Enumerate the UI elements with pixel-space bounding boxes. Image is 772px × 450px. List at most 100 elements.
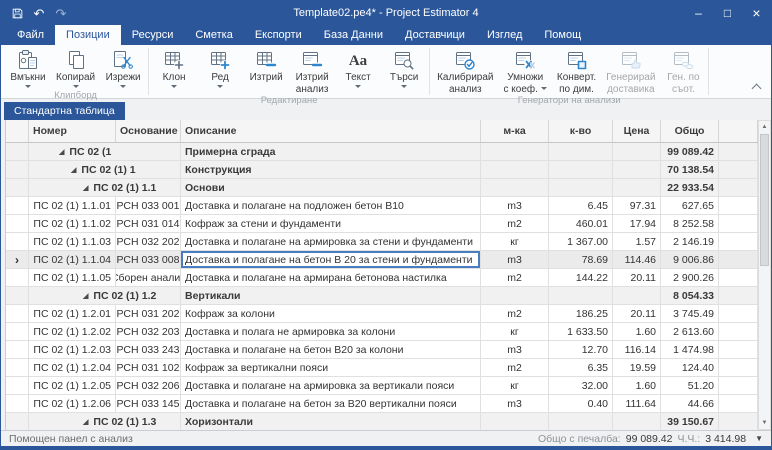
cell-number[interactable]: ПС 02 (1) 1.2.03: [29, 341, 116, 358]
cell-price[interactable]: [613, 287, 661, 304]
cell-unit[interactable]: m3: [481, 395, 549, 412]
cell-price[interactable]: 111.64: [613, 395, 661, 412]
cell-total[interactable]: 1 474.98: [661, 341, 719, 358]
collapse-ribbon-button[interactable]: [749, 81, 763, 93]
maximize-button[interactable]: □: [713, 1, 742, 25]
tab-database[interactable]: База Данни: [313, 25, 394, 45]
cell-description[interactable]: Доставка и полагане на бетон В20 за коло…: [181, 341, 481, 358]
tab-resources[interactable]: Ресурси: [121, 25, 185, 45]
cell-price[interactable]: [613, 161, 661, 178]
row-selector[interactable]: [6, 341, 29, 358]
row-selector[interactable]: [6, 413, 29, 430]
cell-extra[interactable]: [719, 323, 758, 340]
cell-price[interactable]: 114.46: [613, 251, 661, 268]
cell-base[interactable]: РСН 031 014: [116, 215, 181, 232]
cell-qty[interactable]: 0.40: [549, 395, 613, 412]
undo-button[interactable]: ↶: [29, 3, 49, 23]
cell-qty[interactable]: 12.70: [549, 341, 613, 358]
cell-number[interactable]: ПС 02 (1) 1.2.05: [29, 377, 116, 394]
tab-standard-table[interactable]: Стандартна таблица: [4, 102, 125, 120]
delete-analysis-button[interactable]: Изтрийанализ: [289, 46, 335, 95]
scroll-down-button[interactable]: ▼: [759, 417, 770, 429]
tab-estimate[interactable]: Сметка: [184, 25, 243, 45]
scroll-up-button[interactable]: ▲: [759, 121, 770, 133]
expand-collapse-icon[interactable]: ◢: [59, 148, 64, 156]
column-header-3[interactable]: Описание: [181, 120, 481, 142]
cell-unit[interactable]: [481, 161, 549, 178]
cell-qty[interactable]: [549, 161, 613, 178]
row-selector[interactable]: [6, 179, 29, 196]
cell-total[interactable]: 70 138.54: [661, 161, 719, 178]
cell-qty[interactable]: [549, 179, 613, 196]
cell-unit[interactable]: m2: [481, 359, 549, 376]
cell-description[interactable]: Доставка и полагане на бетон за В20 верт…: [181, 395, 481, 412]
cell-extra[interactable]: [719, 161, 758, 178]
cell-price[interactable]: 1.57: [613, 233, 661, 250]
cell-qty[interactable]: 144.22: [549, 269, 613, 286]
copy-button[interactable]: Копирай: [51, 46, 100, 90]
cell-extra[interactable]: [719, 359, 758, 376]
expand-collapse-icon[interactable]: ◢: [71, 166, 76, 174]
cell-extra[interactable]: [719, 143, 758, 160]
cell-base[interactable]: РСН 031 202: [116, 305, 181, 322]
cell-base[interactable]: РСН 033 008: [116, 251, 181, 268]
cell-price[interactable]: 116.14: [613, 341, 661, 358]
column-header-5[interactable]: к-во: [549, 120, 613, 142]
cell-total[interactable]: 22 933.54: [661, 179, 719, 196]
close-button[interactable]: ×: [742, 1, 771, 25]
cell-extra[interactable]: [719, 287, 758, 304]
convert-dim-button[interactable]: Конверт.по дим.: [552, 46, 601, 95]
column-header-6[interactable]: Цена: [613, 120, 661, 142]
row-selector[interactable]: [6, 197, 29, 214]
cell-number[interactable]: ПС 02 (1) 1.1.05: [29, 269, 116, 286]
expand-collapse-icon[interactable]: ◢: [83, 292, 88, 300]
cell-unit[interactable]: m2: [481, 215, 549, 232]
search-button[interactable]: Търси: [381, 46, 427, 95]
cell-description[interactable]: Вертикали: [181, 287, 481, 304]
cell-extra[interactable]: [719, 341, 758, 358]
cell-description[interactable]: Доставка и полагане на армировка за стен…: [181, 233, 481, 250]
row-selector[interactable]: ›: [6, 251, 29, 268]
clone-button[interactable]: Клон: [151, 46, 197, 95]
cell-total[interactable]: 627.65: [661, 197, 719, 214]
cut-button[interactable]: Изрежи: [100, 46, 146, 90]
cell-total[interactable]: 39 150.67: [661, 413, 719, 430]
text-button[interactable]: AaТекст: [335, 46, 381, 95]
cell-number[interactable]: ◢ПС 02 (1) 1.2: [29, 287, 181, 304]
cell-number[interactable]: ПС 02 (1) 1.1.02: [29, 215, 116, 232]
tab-exports[interactable]: Експорти: [244, 25, 313, 45]
cell-price[interactable]: [613, 179, 661, 196]
cell-description[interactable]: Доставка и полагане на бетон В 20 за сте…: [181, 251, 481, 268]
cell-base[interactable]: РСН 033 001: [116, 197, 181, 214]
row-selector[interactable]: [6, 233, 29, 250]
scrollbar-thumb[interactable]: [760, 134, 769, 266]
cell-extra[interactable]: [719, 179, 758, 196]
column-header-4[interactable]: м-ка: [481, 120, 549, 142]
minimize-button[interactable]: –: [684, 1, 713, 25]
column-header-7[interactable]: Общо: [661, 120, 719, 142]
cell-total[interactable]: 44.66: [661, 395, 719, 412]
cell-total[interactable]: 2 146.19: [661, 233, 719, 250]
cell-extra[interactable]: [719, 395, 758, 412]
cell-total[interactable]: 3 745.49: [661, 305, 719, 322]
cell-number[interactable]: ◢ПС 02 (1) 1.1: [29, 179, 181, 196]
cell-total[interactable]: 124.40: [661, 359, 719, 376]
cell-number[interactable]: ПС 02 (1) 1.2.04: [29, 359, 116, 376]
row-button[interactable]: Ред: [197, 46, 243, 95]
cell-description[interactable]: Кофраж за стени и фундаменти: [181, 215, 481, 232]
cell-unit[interactable]: кг: [481, 323, 549, 340]
cell-base[interactable]: РСН 031 102: [116, 359, 181, 376]
cell-qty[interactable]: [549, 287, 613, 304]
cell-description[interactable]: Кофраж за колони: [181, 305, 481, 322]
cell-qty[interactable]: 32.00: [549, 377, 613, 394]
cell-base[interactable]: РСН 032 202: [116, 233, 181, 250]
tab-file[interactable]: Файл: [6, 25, 55, 45]
cell-extra[interactable]: [719, 233, 758, 250]
row-selector[interactable]: [6, 323, 29, 340]
cell-total[interactable]: 9 006.86: [661, 251, 719, 268]
cell-number[interactable]: ПС 02 (1) 1.2.06: [29, 395, 116, 412]
cell-number[interactable]: ПС 02 (1) 1.1.01: [29, 197, 116, 214]
cell-total[interactable]: 2 613.60: [661, 323, 719, 340]
cell-description[interactable]: Основи: [181, 179, 481, 196]
vertical-scrollbar[interactable]: ▲ ▼: [758, 120, 771, 430]
